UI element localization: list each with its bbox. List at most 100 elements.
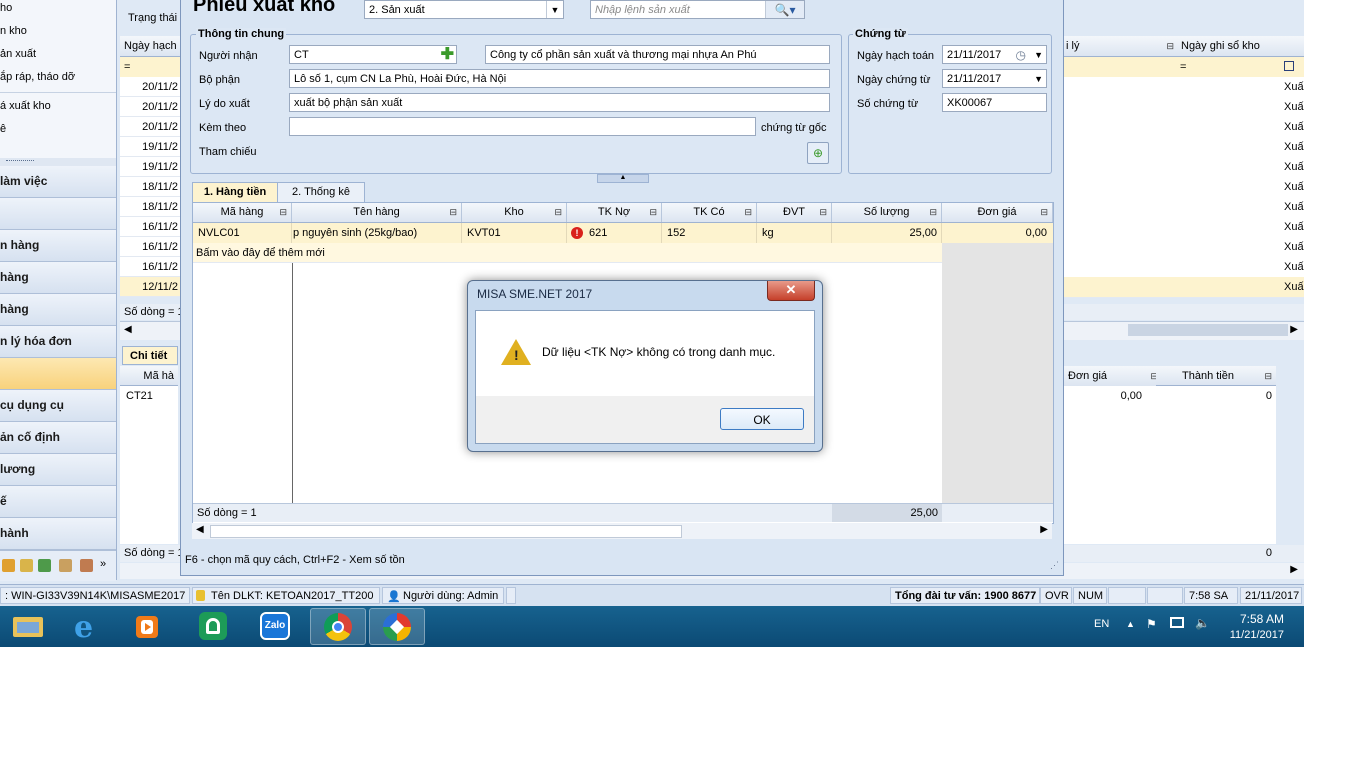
nav-main-item[interactable]: hành	[0, 518, 116, 550]
scroll-thumb[interactable]	[1128, 324, 1288, 336]
add-reference-icon[interactable]: ⊕	[807, 142, 829, 164]
close-icon[interactable]: ✕	[767, 281, 815, 301]
table-row[interactable]: Xuấ	[1062, 77, 1304, 98]
table-row[interactable]: 18/11/2	[120, 197, 180, 217]
nav-main-item[interactable]: hàng	[0, 262, 116, 294]
table-row[interactable]: Xuấ	[1062, 217, 1304, 238]
ok-button[interactable]: OK	[720, 408, 804, 430]
pin-icon[interactable]: ⊟	[279, 203, 287, 222]
misa-icon[interactable]	[369, 608, 425, 645]
tool-icon[interactable]	[20, 559, 33, 572]
input-language[interactable]: EN	[1094, 618, 1109, 630]
action-center-flag-icon[interactable]: ⚑	[1146, 617, 1157, 631]
table-row[interactable]: NVLC01 p nguyên sinh (25kg/bao) KVT01 ! …	[193, 223, 1053, 244]
grid-scrollbar[interactable]: ◀ ▶	[192, 523, 1052, 539]
reason-input[interactable]: xuất bộ phận sản xuất	[289, 93, 830, 112]
tray-chevron-up-icon[interactable]: ▲	[1126, 619, 1135, 629]
nav-sub-item[interactable]: ê	[0, 118, 6, 141]
column-header-credit[interactable]: TK Có ⊟	[662, 203, 757, 222]
table-row[interactable]: 20/11/2	[120, 97, 180, 117]
nav-sub-item[interactable]: á xuất kho	[0, 95, 51, 118]
nav-main-item[interactable]: ản cố định	[0, 422, 116, 454]
production-order-search[interactable]: Nhập lệnh sản xuất 🔍▾	[590, 0, 805, 19]
cell-unit[interactable]: kg	[757, 223, 832, 243]
nav-sub-item[interactable]: n kho	[0, 20, 27, 43]
add-icon[interactable]: ✚	[441, 46, 454, 63]
post-date-input[interactable]: 21/11/2017 ◷ ▼	[942, 45, 1047, 64]
network-icon[interactable]	[1170, 617, 1184, 628]
scroll-thumb[interactable]	[210, 525, 682, 538]
collapse-handle[interactable]: ▲	[597, 174, 649, 183]
volume-icon[interactable]: 🔈	[1195, 616, 1210, 630]
receiver-code-input[interactable]: CT ✚	[289, 45, 457, 64]
nav-main-item[interactable]: lương	[0, 454, 116, 486]
home-app-icon[interactable]	[187, 608, 239, 645]
column-header-unit[interactable]: ĐVT ⊟	[757, 203, 832, 222]
tool-icon[interactable]	[38, 559, 51, 572]
add-row-hint[interactable]: Bấm vào đây để thêm mới	[193, 243, 942, 263]
detail-col-price[interactable]: Đơn giá ⊟	[1062, 366, 1162, 387]
column-header-warehouse[interactable]: Kho ⊟	[462, 203, 567, 222]
pin-icon[interactable]: ⊟	[554, 203, 562, 222]
cell-quantity[interactable]: 25,00	[832, 223, 942, 243]
clock-date[interactable]: 11/21/2017	[1214, 629, 1284, 641]
nav-main-item[interactable]: cụ dụng cụ	[0, 390, 116, 422]
cell-warehouse[interactable]: KVT01	[462, 223, 567, 243]
file-explorer-icon[interactable]	[3, 608, 55, 645]
tool-icon[interactable]	[59, 559, 72, 572]
nav-main-item[interactable]: làm việc	[0, 166, 116, 198]
tab-statistics[interactable]: 2. Thống kê	[277, 182, 365, 202]
table-row[interactable]: Xuấ	[1062, 277, 1304, 298]
table-row[interactable]: 16/11/2	[120, 217, 180, 237]
scroll-left-icon[interactable]: ◀	[124, 324, 132, 335]
filter-row[interactable]: =	[120, 57, 184, 78]
voucher-type-select[interactable]: 2. Sản xuất ▼	[364, 0, 564, 19]
column-header-unit-price[interactable]: Đơn giá ⊟	[942, 203, 1053, 222]
table-row[interactable]: Xuấ	[1062, 117, 1304, 138]
resize-grip-icon[interactable]: ⋰	[1050, 560, 1059, 571]
cell-unit-price[interactable]: 0,00	[942, 223, 1053, 243]
tool-icon[interactable]	[2, 559, 15, 572]
detail-col-amount[interactable]: Thành tiền ⊟	[1156, 366, 1276, 386]
pin-icon[interactable]: ⊟	[649, 203, 657, 222]
chevron-down-icon[interactable]: ▼	[546, 1, 563, 18]
scroll-right-icon[interactable]: ▶	[1040, 524, 1048, 535]
receiver-name-input[interactable]: Công ty cổ phần sản xuất và thương mại n…	[485, 45, 830, 64]
nav-sub-item[interactable]: ắp ráp, tháo dỡ	[0, 66, 75, 89]
table-row[interactable]: 16/11/2	[120, 237, 180, 257]
tab-detail[interactable]: Chi tiết	[122, 346, 178, 365]
cell-debit-account[interactable]: ! 621	[567, 223, 662, 243]
clock-time[interactable]: 7:58 AM	[1220, 612, 1284, 626]
pin-icon[interactable]: ⊟	[1040, 203, 1048, 222]
pin-icon[interactable]: ⊟	[744, 203, 752, 222]
table-row[interactable]: Xuấ	[1062, 177, 1304, 198]
chrome-icon[interactable]	[310, 608, 366, 645]
table-row[interactable]: 18/11/2	[120, 177, 180, 197]
table-row[interactable]: 19/11/2	[120, 157, 180, 177]
scroll-right-icon[interactable]: ▶	[1290, 564, 1298, 575]
column-header-item-code[interactable]: Mã hàng ⊟	[193, 203, 292, 222]
nav-main-item[interactable]: n lý hóa đơn	[0, 326, 116, 358]
zalo-icon[interactable]: Zalo	[249, 608, 301, 645]
column-header-debit[interactable]: TK Nợ ⊟	[567, 203, 662, 222]
tool-icon[interactable]	[80, 559, 93, 572]
nav-main-item[interactable]: ế	[0, 486, 116, 518]
table-row[interactable]: 20/11/2	[120, 117, 180, 137]
nav-main-item-active[interactable]	[0, 358, 116, 390]
nav-main-item[interactable]: hàng	[0, 294, 116, 326]
pin-icon[interactable]: ⊟	[929, 203, 937, 222]
voucher-no-input[interactable]: XK00067	[942, 93, 1047, 112]
attachment-input[interactable]	[289, 117, 756, 136]
table-row[interactable]: Xuấ	[1062, 157, 1304, 178]
nav-main-item[interactable]	[0, 198, 116, 230]
pin-icon[interactable]: ⊟	[1166, 36, 1174, 56]
scroll-right-icon[interactable]: ▶	[1290, 324, 1298, 335]
pin-icon[interactable]: ⊟	[819, 203, 827, 222]
chevron-more-icon[interactable]: »	[100, 557, 112, 571]
column-header-quantity[interactable]: Số lượng ⊟	[832, 203, 942, 222]
media-player-icon[interactable]	[121, 608, 173, 645]
column-header-extra[interactable]	[1278, 36, 1304, 57]
table-row[interactable]: 20/11/2	[120, 77, 180, 97]
clock-icon[interactable]: ◷	[1016, 46, 1026, 63]
column-header-item-name[interactable]: Tên hàng ⊟	[292, 203, 462, 222]
